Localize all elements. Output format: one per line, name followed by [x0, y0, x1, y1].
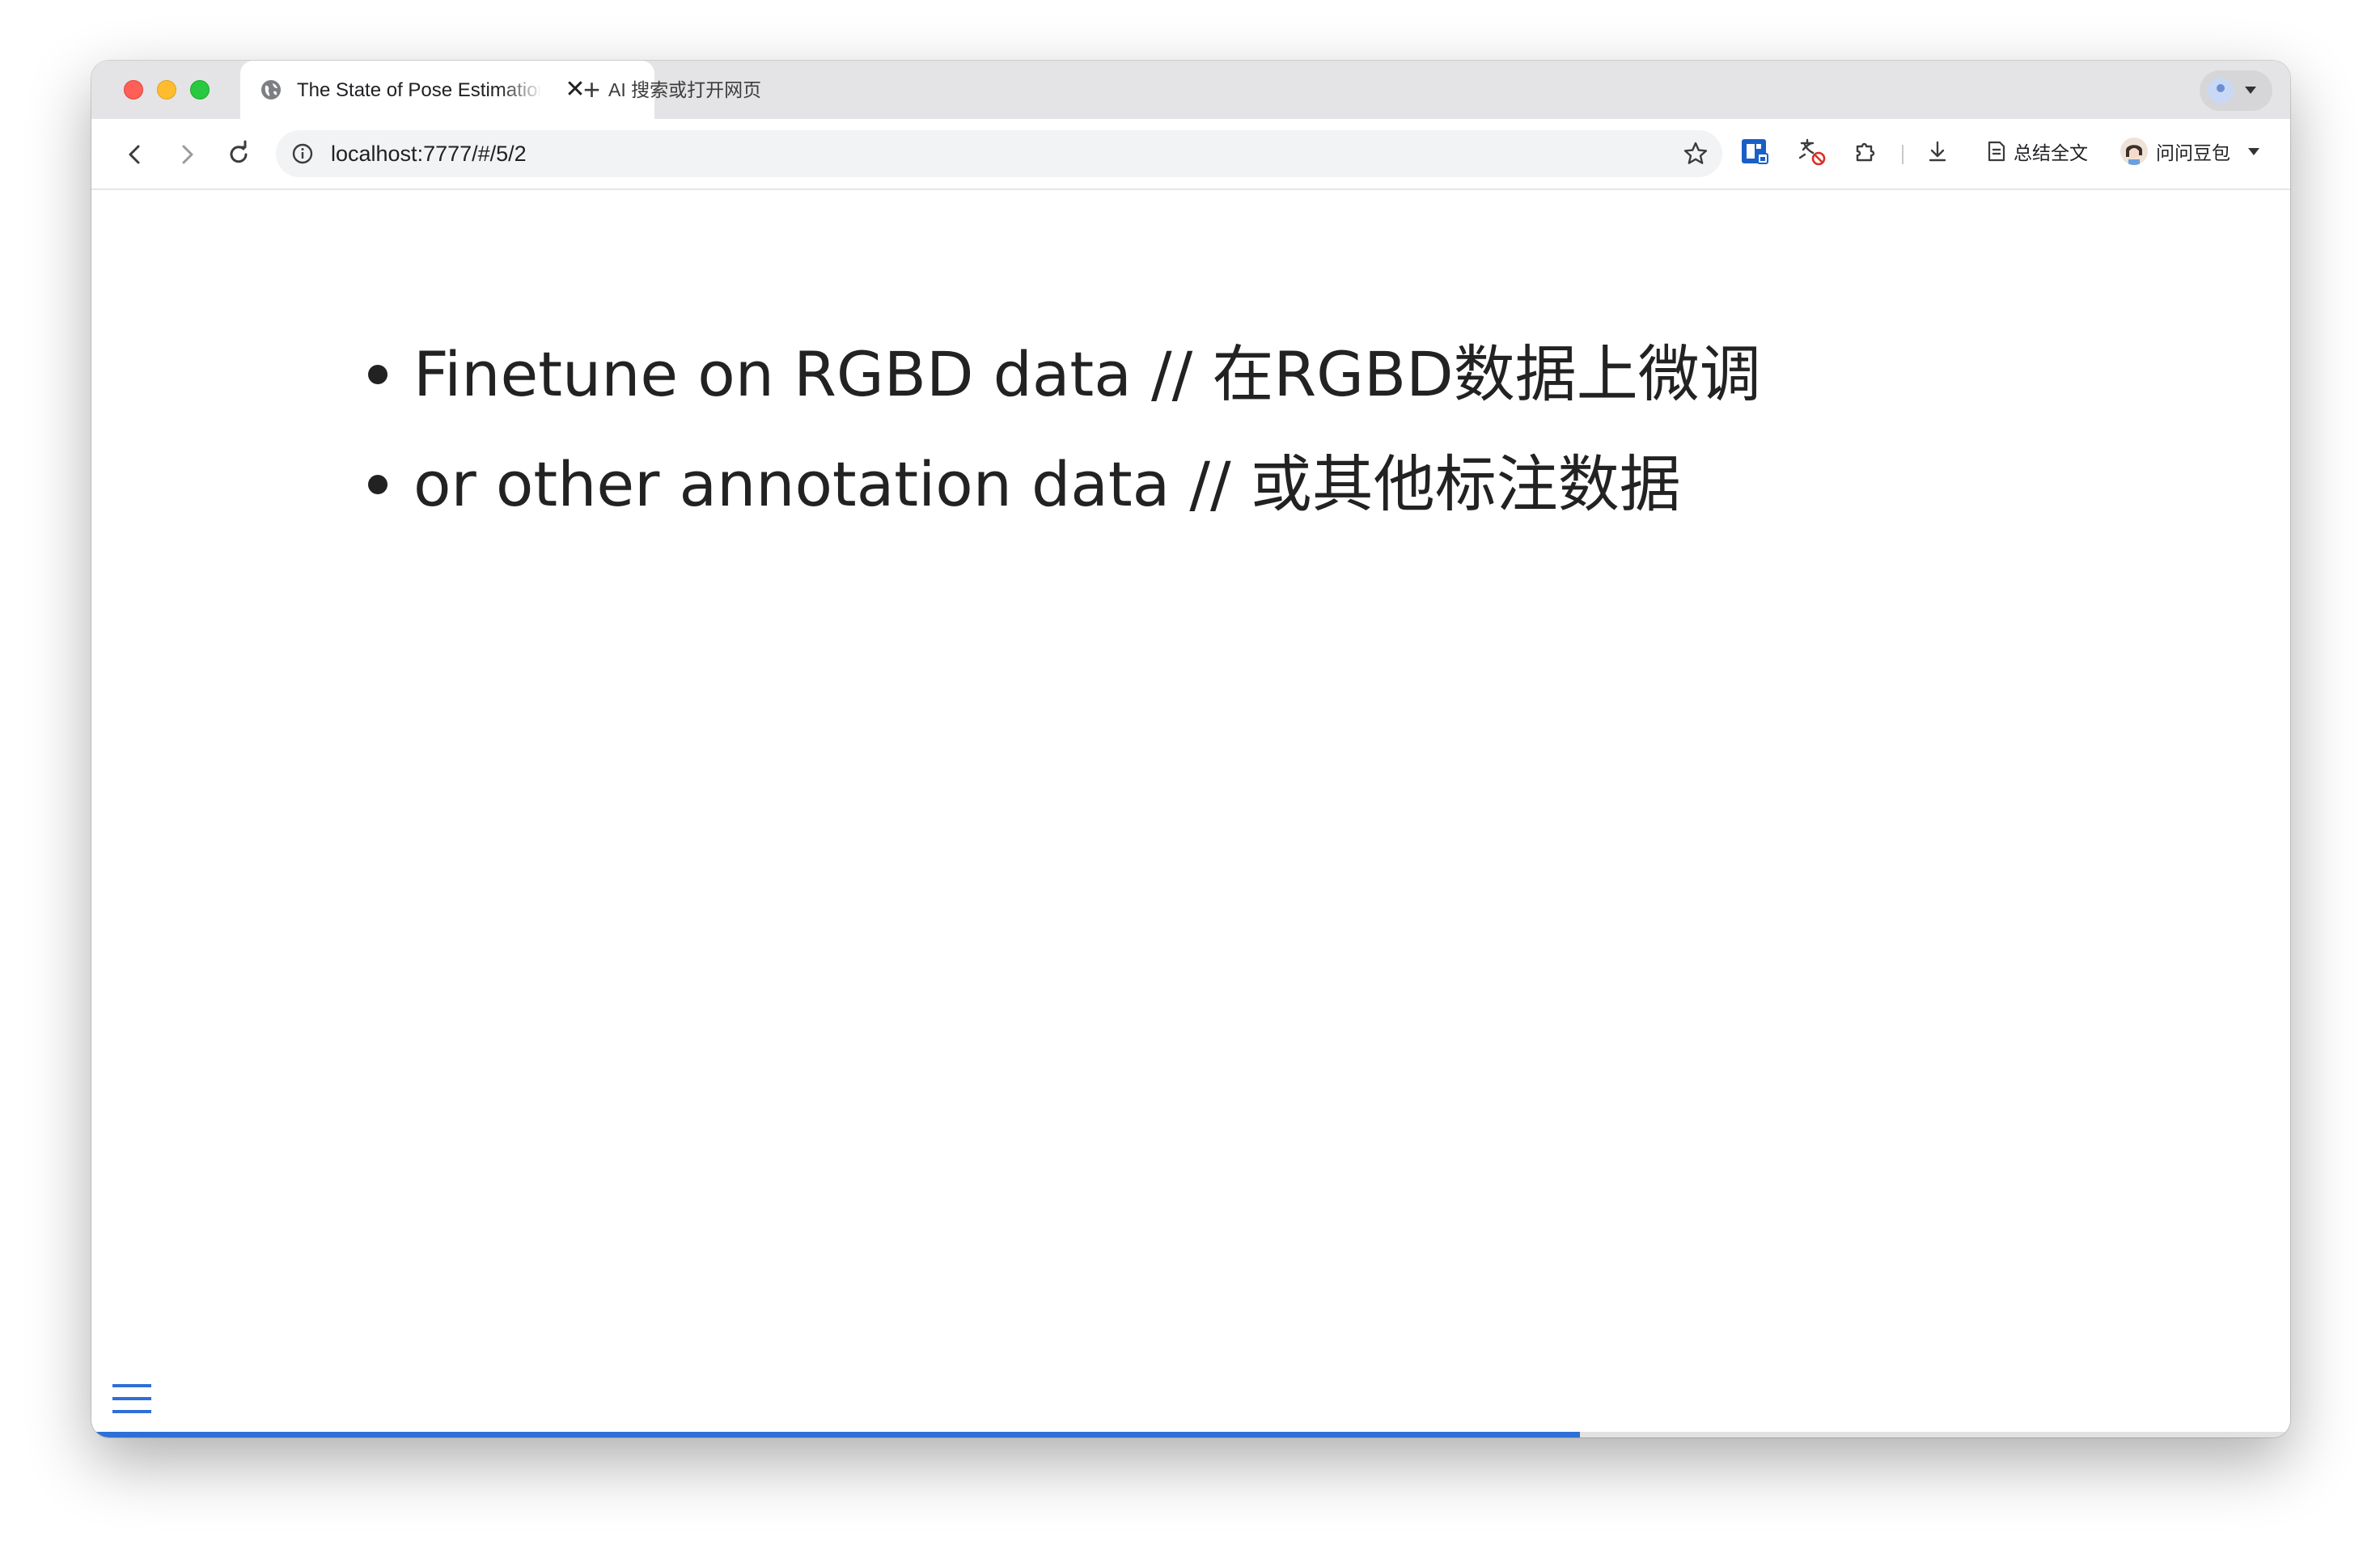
toolbar-separator [1902, 145, 1904, 164]
globe-icon [261, 80, 281, 99]
hamburger-menu-icon [112, 1384, 151, 1413]
translate-off-button[interactable] [1795, 135, 1827, 167]
slide-progress-bar [91, 1432, 2290, 1437]
tab-strip: The State of Pose Estimation ✕ + AI 搜索或打… [91, 61, 2290, 119]
slide-menu-button[interactable] [109, 1379, 155, 1418]
document-icon [1988, 141, 2005, 162]
downloads-button[interactable] [1921, 135, 1954, 167]
doubao-label: 问问豆包 [2156, 142, 2230, 163]
minimize-window-button[interactable] [157, 80, 176, 99]
bullet-text: Finetune on RGBD data // 在RGBD数据上微调 [413, 338, 1761, 410]
chevron-down-icon [2248, 147, 2259, 155]
slide-progress-fill [91, 1432, 1581, 1437]
doubao-assistant-button[interactable]: 问问豆包 [2120, 132, 2259, 171]
back-button[interactable] [119, 138, 151, 171]
summarize-page-button[interactable]: 总结全文 [1984, 133, 2088, 169]
list-item: or other annotation data // 或其他标注数据 [91, 448, 2290, 538]
download-icon [1929, 141, 1946, 162]
forward-arrow-icon [182, 145, 193, 164]
close-window-button[interactable] [124, 80, 143, 99]
new-tab-button[interactable]: + AI 搜索或打开网页 [583, 75, 761, 104]
puzzle-icon [1856, 142, 1875, 162]
site-info-icon[interactable] [290, 142, 315, 166]
address-bar[interactable]: localhost:7777/#/5/2 [276, 130, 1722, 177]
bullet-icon [368, 365, 387, 384]
chevron-down-icon [2245, 87, 2256, 94]
tab-title-fade [499, 74, 544, 106]
forward-button[interactable] [171, 138, 203, 171]
reload-button[interactable] [222, 138, 255, 171]
bullet-icon [368, 475, 387, 494]
translate-icon [1798, 138, 1826, 166]
profile-menu-button[interactable] [2200, 70, 2272, 111]
browser-toolbar: localhost:7777/#/5/2 总结全文 问问豆包 [91, 119, 2290, 190]
doubao-avatar [2120, 138, 2148, 165]
extensions-button[interactable] [1850, 135, 1882, 167]
url-text[interactable]: localhost:7777/#/5/2 [331, 130, 527, 177]
zoom-window-button[interactable] [190, 80, 210, 99]
reload-icon [230, 140, 248, 163]
assistant-avatar-icon [2120, 138, 2148, 165]
browser-window: The State of Pose Estimation ✕ + AI 搜索或打… [91, 61, 2290, 1437]
bookmark-star-icon[interactable] [1682, 140, 1709, 167]
list-item: Finetune on RGBD data // 在RGBD数据上微调 [91, 338, 2290, 428]
bullet-text: or other annotation data // 或其他标注数据 [413, 448, 1681, 520]
slide-content: Finetune on RGBD data // 在RGBD数据上微调 or o… [91, 190, 2290, 1437]
extension-badge-icon [1742, 139, 1768, 164]
profile-icon [2208, 78, 2234, 104]
new-tab-label: AI 搜索或打开网页 [608, 79, 762, 100]
plus-icon: + [583, 73, 601, 106]
extension-blue-button[interactable] [1738, 135, 1771, 167]
back-arrow-icon [129, 145, 140, 164]
screen: The State of Pose Estimation ✕ + AI 搜索或打… [0, 0, 2380, 1558]
summarize-label: 总结全文 [2014, 142, 2088, 163]
